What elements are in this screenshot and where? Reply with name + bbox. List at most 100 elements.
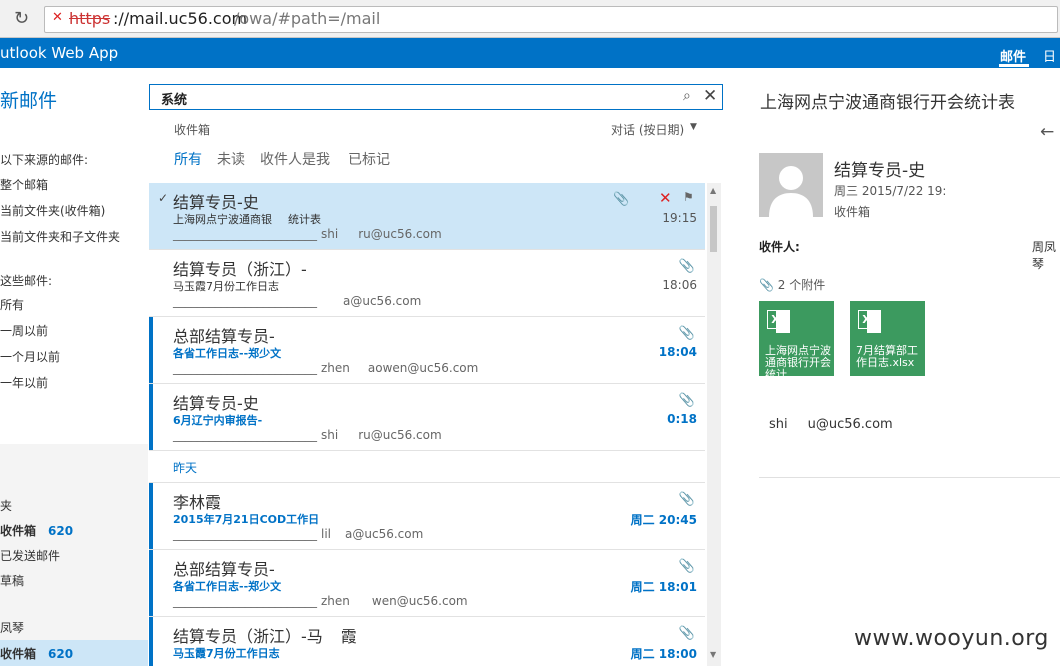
chevron-down-icon[interactable]: ▼ xyxy=(690,122,697,132)
sort-dropdown[interactable]: 对话 (按日期) xyxy=(611,121,684,138)
filter-flagged[interactable]: 已标记 xyxy=(348,149,390,169)
attachment-tile[interactable]: X 上海网点宁波通商银行开会统计 xyxy=(759,301,834,376)
message-time: 周二 18:01 xyxy=(630,580,697,594)
reading-sender[interactable]: 结算专员-史 xyxy=(834,156,925,181)
message-subject: 上海网点宁波通商银 统计表 xyxy=(173,211,321,227)
message-sender-a: 结算专员（浙江）-马 xyxy=(173,627,323,646)
excel-icon: X xyxy=(767,310,784,329)
list-item[interactable]: ✓ 结算专员-史 上海网点宁波通商银 统计表 __________________… xyxy=(149,183,705,250)
attachment-tile[interactable]: X 7月结算部工作日志.xlsx xyxy=(850,301,925,376)
folder-drafts[interactable]: 草稿 xyxy=(0,572,24,589)
period-week[interactable]: 一周以前 xyxy=(0,322,48,339)
flag-icon[interactable]: ⚑ xyxy=(683,190,694,204)
message-subject: 各省工作日志--郑少文 xyxy=(173,347,282,360)
reading-folder: 收件箱 xyxy=(834,205,871,219)
scroll-up-icon[interactable]: ▲ xyxy=(710,186,716,195)
attachment-count-text: 2 个附件 xyxy=(777,278,826,292)
paperclip-icon: 📎 xyxy=(613,192,630,207)
reading-to-recipient[interactable]: 周凤琴 xyxy=(1032,238,1060,272)
message-time: 19:15 xyxy=(662,211,697,225)
list-item[interactable]: 总部结算专员- 各省工作日志--郑少文 ____________________… xyxy=(149,317,705,384)
message-subject: 2015年7月21日COD工作日 xyxy=(173,513,320,526)
folder-inbox-2-count: 620 xyxy=(48,647,74,661)
filter-all[interactable]: 所有 xyxy=(174,149,202,169)
list-item[interactable]: 结算专员-史 6月辽宁内审报告- _______________________… xyxy=(149,384,705,451)
folder-inbox-label: 收件箱 xyxy=(0,524,37,538)
paperclip-icon: 📎 xyxy=(759,278,774,292)
folders-heading[interactable]: 夹 xyxy=(0,497,12,514)
message-sender: 结算专员（浙江）-马霞 xyxy=(173,623,357,647)
group-header-yesterday: 昨天 xyxy=(149,451,705,483)
watermark: www.wooyun.org xyxy=(854,626,1049,651)
scroll-down-icon[interactable]: ▼ xyxy=(710,650,716,659)
folder-inbox-2-label: 收件箱 xyxy=(0,647,37,661)
scope-folder-subfolders[interactable]: 当前文件夹和子文件夹 xyxy=(0,228,120,245)
insecure-icon[interactable]: ✕ xyxy=(52,10,63,25)
message-subject-a: 上海网点宁波通商银 xyxy=(173,213,272,226)
nav-calendar[interactable]: 日历 xyxy=(1043,46,1060,84)
unread-indicator xyxy=(149,483,153,549)
message-sender: 李林霞 xyxy=(173,493,222,512)
message-preview: ________________________ lil a@uc56.com xyxy=(173,527,424,541)
paperclip-icon: 📎 xyxy=(678,626,695,641)
paperclip-icon: 📎 xyxy=(678,393,695,408)
folder-inbox-count: 620 xyxy=(48,524,74,538)
back-arrow-icon[interactable]: ← xyxy=(1040,122,1054,142)
unread-indicator xyxy=(149,384,153,450)
message-preview-b: wen@uc56.com xyxy=(371,594,468,608)
list-folder-label: 收件箱 xyxy=(174,123,211,137)
message-preview-a: shi xyxy=(321,227,339,241)
message-preview: ________________________ zhen wen@uc56.com xyxy=(173,594,468,608)
list-item[interactable]: 李林霞 2015年7月21日COD工作日 ___________________… xyxy=(149,483,705,550)
period-label: 这些邮件: xyxy=(0,274,53,288)
message-subject: 6月辽宁内审报告- xyxy=(173,414,263,427)
message-preview-a: a@uc56.com xyxy=(343,294,422,308)
message-sender: 结算专员（浙江）- xyxy=(173,260,307,279)
list-scrollbar[interactable] xyxy=(707,183,721,666)
scope-entire-mailbox[interactable]: 整个邮箱 xyxy=(0,176,48,193)
period-year[interactable]: 一年以前 xyxy=(0,374,48,391)
period-all[interactable]: 所有 xyxy=(0,296,24,313)
url-path: /owa/#path=/mail xyxy=(234,9,381,28)
message-subject-b: 统计表 xyxy=(288,213,321,226)
message-subject: 马玉霞7月份工作日志 xyxy=(173,647,280,660)
search-input[interactable] xyxy=(149,84,723,110)
message-subject: 马玉霞7月份工作日志 xyxy=(173,280,279,293)
paperclip-icon: 📎 xyxy=(678,259,695,274)
app-title: utlook Web App xyxy=(0,44,119,62)
list-item[interactable]: 结算专员（浙江）-马霞 马玉霞7月份工作日志 📎 周二 18:00 xyxy=(149,617,705,666)
message-preview: ________________________ shi ru@uc56.com xyxy=(173,428,442,442)
reading-divider xyxy=(759,477,1060,478)
group-label: 昨天 xyxy=(173,461,198,475)
period-month[interactable]: 一个月以前 xyxy=(0,348,60,365)
folder-inbox-2[interactable]: 收件箱 620 xyxy=(0,645,73,662)
paperclip-icon: 📎 xyxy=(678,326,695,341)
folder-sent[interactable]: 已发送邮件 xyxy=(0,547,60,564)
avatar xyxy=(759,153,823,217)
message-preview-a: zhen xyxy=(321,361,350,375)
folder-inbox[interactable]: 收件箱 620 xyxy=(0,522,73,539)
message-sender-b: 霞 xyxy=(340,627,357,646)
delete-icon[interactable]: ✕ xyxy=(659,189,672,207)
excel-icon: X xyxy=(858,310,875,329)
filter-unread[interactable]: 未读 xyxy=(217,149,245,169)
nav-mail[interactable]: 邮件 xyxy=(1000,46,1026,65)
list-item[interactable]: 结算专员（浙江）- 马玉霞7月份工作日志 ___________________… xyxy=(149,250,705,317)
scope-current-folder[interactable]: 当前文件夹(收件箱) xyxy=(0,202,105,219)
reload-icon[interactable]: ↻ xyxy=(14,8,29,29)
filter-to-me[interactable]: 收件人是我 xyxy=(260,149,330,169)
reading-body-b: u@uc56.com xyxy=(807,417,893,432)
attachment-name: 7月结算部工作日志.xlsx xyxy=(856,344,918,369)
message-preview-a: shi xyxy=(321,428,339,442)
scroll-thumb[interactable] xyxy=(710,206,717,252)
attachment-name: 上海网点宁波通商银行开会统计 xyxy=(765,344,831,377)
new-mail-button[interactable]: 新邮件 xyxy=(0,86,57,113)
check-icon[interactable]: ✓ xyxy=(158,191,168,205)
close-icon[interactable]: ✕ xyxy=(703,86,717,106)
paperclip-icon: 📎 xyxy=(678,559,695,574)
search-icon[interactable]: ⌕ xyxy=(683,88,691,104)
shared-mailbox-heading[interactable]: 凤琴 xyxy=(0,619,24,636)
message-time: 18:06 xyxy=(662,278,697,292)
list-item[interactable]: 总部结算专员- 各省工作日志--郑少文 ____________________… xyxy=(149,550,705,617)
unread-indicator xyxy=(149,550,153,616)
